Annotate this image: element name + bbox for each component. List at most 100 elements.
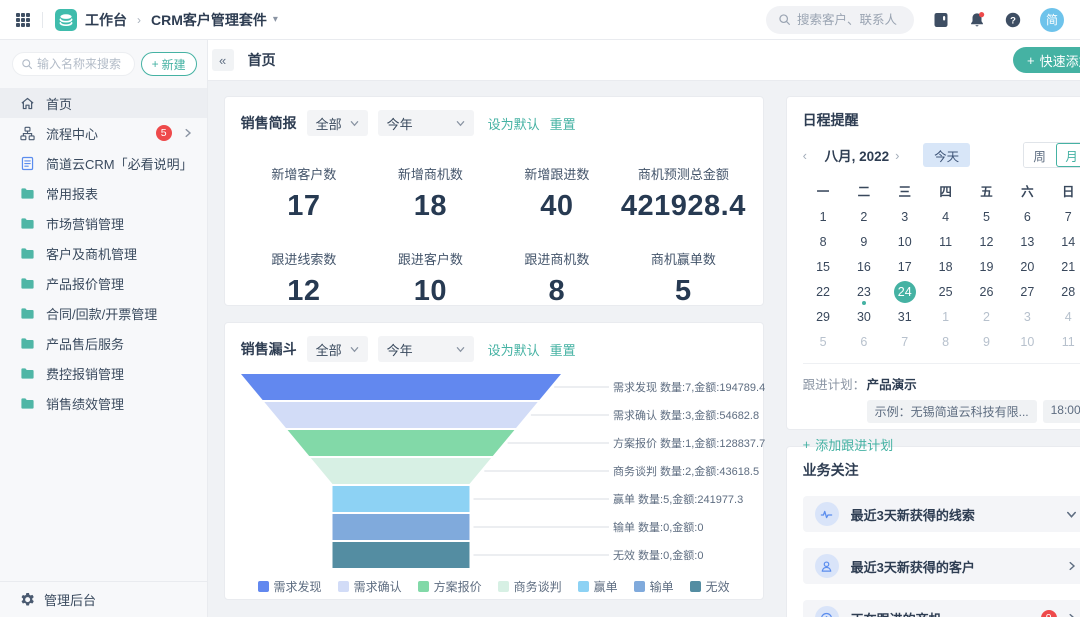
admin-console-item[interactable]: 管理后台 — [0, 581, 207, 617]
calendar-day-22[interactable]: 22 — [803, 280, 844, 304]
sidebar-item-6[interactable]: 产品报价管理 — [0, 268, 207, 298]
legend-item-5[interactable]: 输单 — [633, 578, 674, 595]
sidebar-item-4[interactable]: 市场营销管理 — [0, 208, 207, 238]
legend-item-3[interactable]: 商务谈判 — [497, 578, 562, 595]
calendar-day-29[interactable]: 29 — [803, 305, 844, 329]
calendar-day-5[interactable]: 5 — [966, 205, 1007, 229]
jiandaoyun-logo-icon[interactable] — [55, 8, 77, 31]
calendar-day-21[interactable]: 21 — [1048, 255, 1080, 279]
notifications-bell-icon[interactable] — [968, 11, 986, 29]
legend-item-4[interactable]: 赢单 — [577, 578, 618, 595]
calendar-day-18[interactable]: 18 — [925, 255, 966, 279]
calendar-day-20[interactable]: 20 — [1007, 255, 1048, 279]
collapse-sidebar-icon[interactable]: « — [211, 49, 234, 71]
workspace-label[interactable]: 工作台 — [85, 10, 127, 30]
legend-item-0[interactable]: 需求发现 — [257, 578, 322, 595]
week-toggle[interactable]: 周 — [1023, 143, 1056, 167]
calendar-day-11[interactable]: 11 — [925, 230, 966, 254]
calendar-next-month-day-6[interactable]: 6 — [843, 330, 884, 354]
funnel-segment-4[interactable] — [332, 486, 470, 512]
funnel-segment-6[interactable] — [332, 542, 470, 568]
calendar-next-month-day-4[interactable]: 4 — [1048, 305, 1080, 329]
calendar-day-19[interactable]: 19 — [966, 255, 1007, 279]
calendar-day-6[interactable]: 6 — [1007, 205, 1048, 229]
legend-item-2[interactable]: 方案报价 — [417, 578, 482, 595]
sidebar-item-7[interactable]: 合同/回款/开票管理 — [0, 298, 207, 328]
sales-brief-period-dropdown[interactable]: 今年 — [377, 110, 474, 136]
sales-funnel-scope-dropdown[interactable]: 全部 — [306, 336, 368, 362]
calendar-next-icon[interactable]: › — [895, 148, 911, 163]
sales-funnel-set-default-link[interactable]: 设为默认 — [488, 340, 540, 359]
funnel-segment-0[interactable] — [240, 374, 561, 400]
calendar-day-1[interactable]: 1 — [803, 205, 844, 229]
sidebar-item-2[interactable]: 简道云CRM「必看说明」 — [0, 148, 207, 178]
calendar-day-4[interactable]: 4 — [925, 205, 966, 229]
funnel-segment-3[interactable] — [310, 458, 491, 484]
month-toggle[interactable]: 月 — [1055, 143, 1080, 167]
sales-funnel-reset-link[interactable]: 重置 — [550, 340, 576, 359]
legend-item-6[interactable]: 无效 — [689, 578, 730, 595]
sidebar-item-1[interactable]: 流程中心 5 — [0, 118, 207, 148]
app-title[interactable]: CRM客户管理套件 — [151, 10, 267, 30]
funnel-segment-1[interactable] — [263, 402, 538, 428]
calendar-next-month-day-2[interactable]: 2 — [966, 305, 1007, 329]
calendar-day-24[interactable]: 24 — [884, 280, 925, 304]
help-icon[interactable]: ? — [1004, 11, 1022, 29]
calendar-day-3[interactable]: 3 — [884, 205, 925, 229]
calendar-day-7[interactable]: 7 — [1048, 205, 1080, 229]
calendar-prev-icon[interactable]: ‹ — [803, 148, 819, 163]
legend-item-1[interactable]: 需求确认 — [337, 578, 402, 595]
contacts-book-icon[interactable] — [932, 11, 950, 29]
business-item-2[interactable]: 正在跟进的商机9 — [802, 600, 1080, 617]
global-search[interactable] — [766, 5, 914, 34]
calendar-day-27[interactable]: 27 — [1007, 280, 1048, 304]
global-search-input[interactable] — [797, 12, 897, 27]
sidebar-item-3[interactable]: 常用报表 — [0, 178, 207, 208]
business-item-0[interactable]: 最近3天新获得的线索 — [802, 496, 1080, 532]
calendar-day-8[interactable]: 8 — [803, 230, 844, 254]
calendar-next-month-day-5[interactable]: 5 — [803, 330, 844, 354]
calendar-day-13[interactable]: 13 — [1007, 230, 1048, 254]
calendar-next-month-day-1[interactable]: 1 — [925, 305, 966, 329]
quick-add-button[interactable]: +快速添加 — [1013, 47, 1080, 73]
sidebar-search-input[interactable] — [37, 57, 121, 71]
sidebar-item-0[interactable]: 首页 — [0, 88, 207, 118]
page-tab-home[interactable]: 首页 — [248, 50, 276, 70]
calendar-next-month-day-7[interactable]: 7 — [884, 330, 925, 354]
avatar[interactable]: 简 — [1040, 7, 1064, 32]
calendar-day-26[interactable]: 26 — [966, 280, 1007, 304]
new-button[interactable]: + 新建 — [140, 52, 197, 76]
calendar-day-28[interactable]: 28 — [1048, 280, 1080, 304]
calendar-day-16[interactable]: 16 — [843, 255, 884, 279]
funnel-segment-2[interactable] — [287, 430, 515, 456]
sidebar-item-8[interactable]: 产品售后服务 — [0, 328, 207, 358]
calendar-day-2[interactable]: 2 — [843, 205, 884, 229]
calendar-day-17[interactable]: 17 — [884, 255, 925, 279]
calendar-next-month-day-10[interactable]: 10 — [1007, 330, 1048, 354]
calendar-day-30[interactable]: 30 — [843, 305, 884, 329]
chevron-right-icon[interactable] — [1067, 561, 1077, 571]
sales-brief-scope-dropdown[interactable]: 全部 — [306, 110, 368, 136]
business-item-1[interactable]: 最近3天新获得的客户 — [802, 548, 1080, 584]
calendar-next-month-day-11[interactable]: 11 — [1048, 330, 1080, 354]
calendar-day-23[interactable]: 23 — [843, 280, 884, 305]
app-title-caret-icon[interactable]: ▾ — [273, 14, 278, 25]
calendar-day-25[interactable]: 25 — [925, 280, 966, 304]
calendar-day-15[interactable]: 15 — [803, 255, 844, 279]
chevron-right-icon[interactable] — [1067, 613, 1077, 617]
plan-company-tag[interactable]: 示例：无锡简道云科技有限... — [866, 400, 1037, 423]
sales-brief-set-default-link[interactable]: 设为默认 — [488, 114, 540, 133]
calendar-day-31[interactable]: 31 — [884, 305, 925, 329]
sales-brief-reset-link[interactable]: 重置 — [550, 114, 576, 133]
sidebar-search[interactable] — [12, 52, 135, 76]
calendar-day-10[interactable]: 10 — [884, 230, 925, 254]
app-grid-icon[interactable] — [16, 12, 30, 27]
sidebar-item-5[interactable]: 客户及商机管理 — [0, 238, 207, 268]
calendar-next-month-day-9[interactable]: 9 — [966, 330, 1007, 354]
sidebar-item-9[interactable]: 费控报销管理 — [0, 358, 207, 388]
calendar-day-9[interactable]: 9 — [843, 230, 884, 254]
today-button[interactable]: 今天 — [923, 143, 971, 167]
chevron-down-icon[interactable] — [1066, 509, 1077, 520]
calendar-day-12[interactable]: 12 — [966, 230, 1007, 254]
calendar-day-14[interactable]: 14 — [1048, 230, 1080, 254]
